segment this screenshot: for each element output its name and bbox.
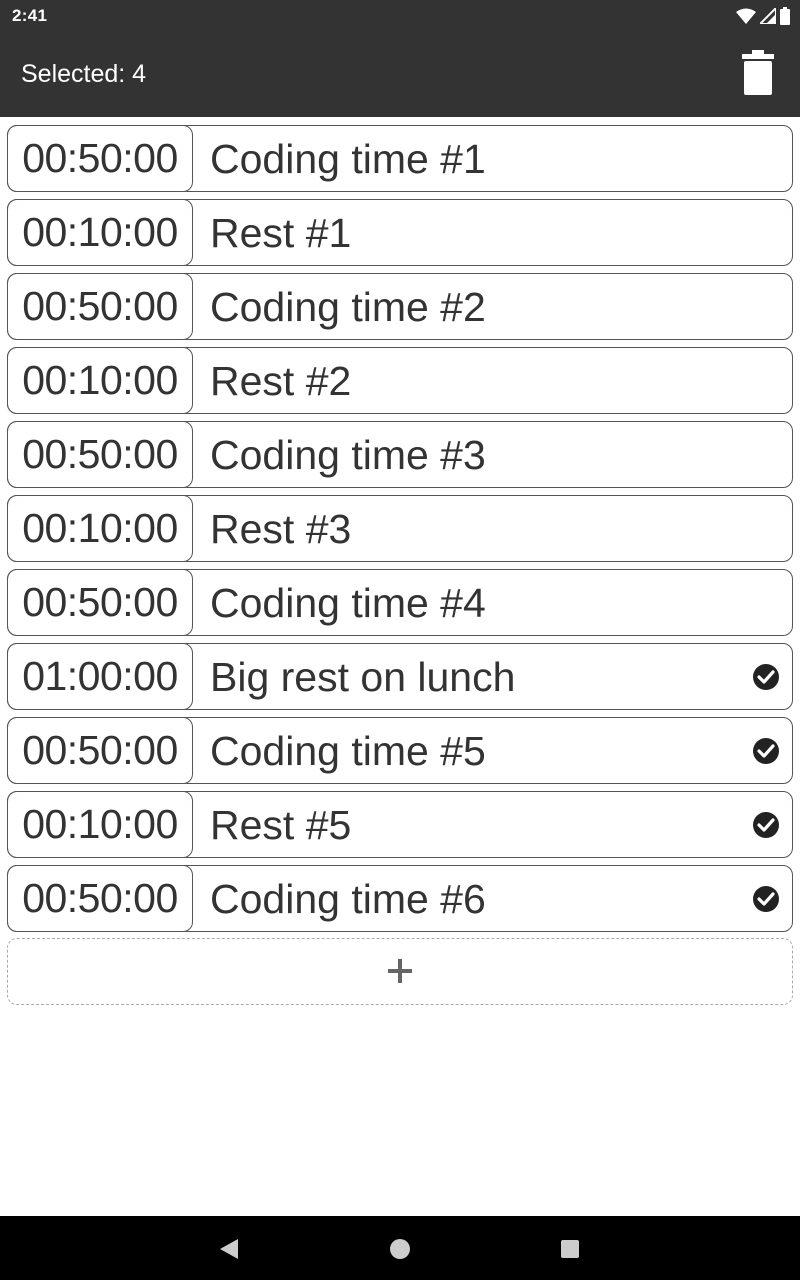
- interval-duration[interactable]: 00:50:00: [7, 125, 193, 192]
- selection-count-title: Selected: 4: [21, 60, 147, 88]
- home-icon[interactable]: [387, 1236, 413, 1262]
- interval-row[interactable]: 00:50:00 Coding time #4: [7, 569, 793, 636]
- interval-duration[interactable]: 00:50:00: [7, 569, 193, 636]
- back-icon[interactable]: [216, 1236, 242, 1262]
- interval-title: Coding time #1: [210, 136, 486, 182]
- battery-icon: [780, 7, 790, 25]
- interval-duration[interactable]: 00:10:00: [7, 495, 193, 562]
- interval-title: Coding time #4: [210, 580, 486, 626]
- status-bar: 2:41: [0, 0, 800, 32]
- interval-title: Coding time #5: [210, 728, 486, 774]
- interval-row[interactable]: 00:10:00 Rest #1: [7, 199, 793, 266]
- interval-duration[interactable]: 00:50:00: [7, 273, 193, 340]
- wifi-icon: [736, 8, 756, 24]
- interval-row[interactable]: 01:00:00 Big rest on lunch: [7, 643, 793, 710]
- app-bar: Selected: 4: [0, 32, 800, 117]
- interval-duration[interactable]: 00:50:00: [7, 865, 193, 932]
- check-circle-icon: [753, 812, 779, 838]
- interval-duration[interactable]: 00:10:00: [7, 347, 193, 414]
- interval-row[interactable]: 00:50:00 Coding time #2: [7, 273, 793, 340]
- status-time: 2:41: [12, 6, 48, 25]
- navigation-bar: [0, 1216, 800, 1280]
- interval-duration[interactable]: 00:10:00: [7, 199, 193, 266]
- check-circle-icon: [753, 738, 779, 764]
- interval-row[interactable]: 00:50:00 Coding time #5: [7, 717, 793, 784]
- interval-row[interactable]: 00:10:00 Rest #2: [7, 347, 793, 414]
- interval-row[interactable]: 00:50:00 Coding time #1: [7, 125, 793, 192]
- interval-title: Rest #5: [210, 802, 352, 848]
- interval-duration[interactable]: 00:50:00: [7, 421, 193, 488]
- interval-title: Coding time #2: [210, 284, 486, 330]
- interval-title: Coding time #6: [210, 876, 486, 922]
- interval-title: Rest #1: [210, 210, 352, 256]
- interval-duration[interactable]: 00:50:00: [7, 717, 193, 784]
- recents-icon[interactable]: [557, 1236, 583, 1262]
- interval-title: Rest #3: [210, 506, 352, 552]
- interval-title: Coding time #3: [210, 432, 486, 478]
- add-interval-button[interactable]: [7, 938, 793, 1005]
- trash-icon: [742, 50, 774, 95]
- check-circle-icon: [753, 886, 779, 912]
- interval-title: Rest #2: [210, 358, 352, 404]
- plus-icon: [388, 959, 412, 983]
- status-icons: [736, 6, 790, 26]
- delete-button[interactable]: [742, 48, 774, 98]
- interval-title: Big rest on lunch: [210, 654, 516, 700]
- check-circle-icon: [753, 664, 779, 690]
- interval-duration[interactable]: 01:00:00: [7, 643, 193, 710]
- interval-duration[interactable]: 00:10:00: [7, 791, 193, 858]
- interval-row[interactable]: 00:50:00 Coding time #3: [7, 421, 793, 488]
- interval-row[interactable]: 00:10:00 Rest #5: [7, 791, 793, 858]
- interval-row[interactable]: 00:50:00 Coding time #6: [7, 865, 793, 932]
- signal-icon: [760, 8, 776, 24]
- interval-row[interactable]: 00:10:00 Rest #3: [7, 495, 793, 562]
